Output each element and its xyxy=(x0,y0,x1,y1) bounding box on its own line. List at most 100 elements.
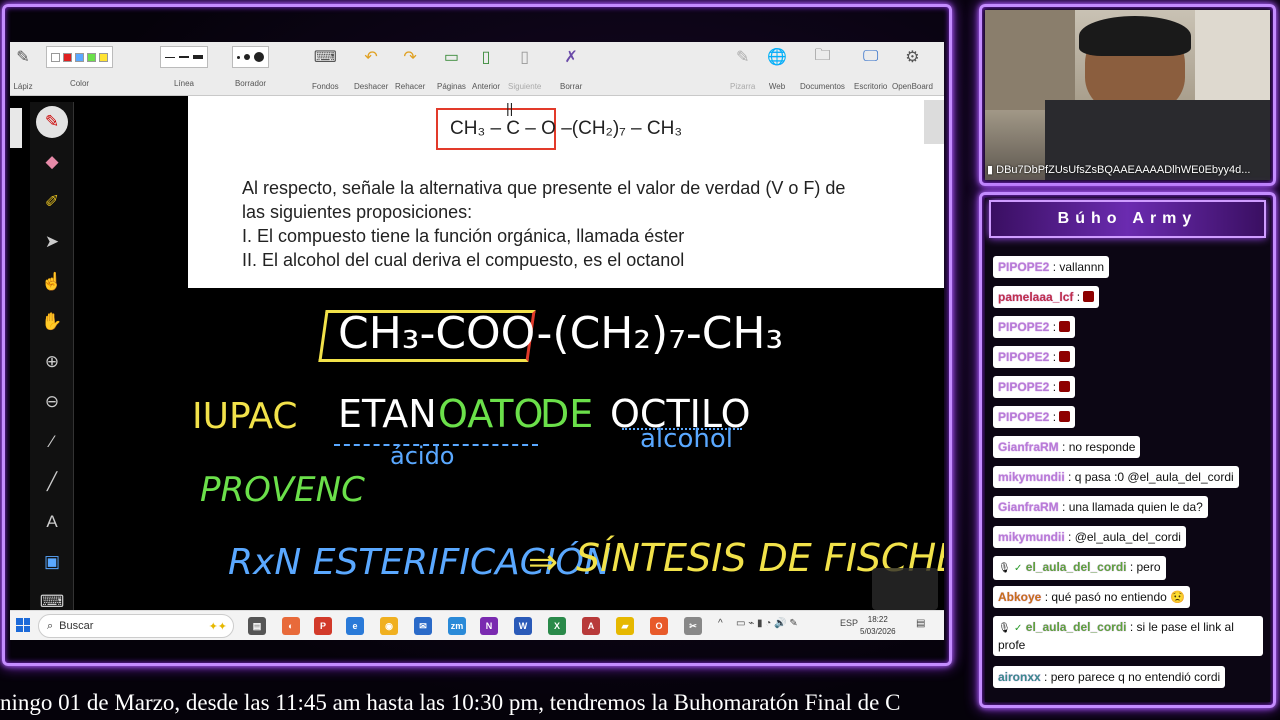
line-thick[interactable] xyxy=(193,55,203,59)
floating-widget[interactable] xyxy=(872,568,938,610)
pages-button[interactable]: ▭ Páginas xyxy=(437,46,466,91)
edge-icon[interactable]: e xyxy=(346,617,364,635)
color-green[interactable] xyxy=(87,52,96,62)
tray-icons[interactable]: ▭ ⌁ ▮ ◔ 🔊 ✎ xyxy=(736,618,798,629)
chat-message: GianfraRM : no responde xyxy=(993,436,1141,458)
webcam-caption: ▮ DBu7DbPfZUsUfsZsBQAAEAAAADlhWE0Ebyy4d.… xyxy=(987,164,1251,176)
documents-button[interactable]: 🗀 Documentos xyxy=(800,46,845,92)
clear-button[interactable]: ✗ Borrar xyxy=(560,46,582,91)
mic-badge-icon: 🎙 xyxy=(998,623,1011,634)
verified-icon: ✓ xyxy=(1014,623,1023,634)
folder-icon: 🗀 xyxy=(814,46,831,64)
iupac-label: IUPAC xyxy=(192,396,298,437)
desktop-button[interactable]: 🖵 Escritorio xyxy=(854,46,887,91)
name-part-etan: ETAN xyxy=(338,392,437,436)
zoom-in-icon[interactable]: ⊕ xyxy=(36,346,68,378)
whiteboard-button[interactable]: ✎ Pizarra xyxy=(730,46,755,91)
color-white[interactable] xyxy=(51,52,60,62)
news-ticker: ningo 01 de Marzo, desde las 11:45 am ha… xyxy=(0,690,901,715)
color-yellow[interactable] xyxy=(99,52,108,62)
eraser-small[interactable] xyxy=(237,55,240,59)
windows-taskbar: ⌕ Buscar ✦✦ ▤ ◐ P e ◉ ✉ zm N W X A ▰ O ✂… xyxy=(10,610,944,640)
clear-icon: ✗ xyxy=(564,49,578,66)
chrome-icon[interactable]: ◉ xyxy=(380,617,398,635)
stream-layout: ✎ Lápiz Color Línea Borrador ⌨ Fondos ↶ … xyxy=(0,0,1280,720)
redo-button[interactable]: ↷ Rehacer xyxy=(395,46,425,91)
chat-message: Abkoye : qué pasó no entiendo 😟 xyxy=(993,586,1191,608)
undo-button[interactable]: ↶ Deshacer xyxy=(354,46,388,91)
file-explorer-icon[interactable]: ▰ xyxy=(616,617,634,635)
emote-icon xyxy=(1059,381,1071,392)
zoom-out-icon[interactable]: ⊖ xyxy=(36,386,68,418)
undo-icon: ↶ xyxy=(364,49,378,66)
signal-icon: ▮ xyxy=(987,164,994,176)
tray-chevron-icon[interactable]: ^ xyxy=(718,618,723,629)
question-line-1: Al respecto, señale la alternativa que p… xyxy=(242,178,846,198)
pencil-tool[interactable]: ✎ Lápiz xyxy=(12,46,34,91)
chat-message: GianfraRM : una llamada quien le da? xyxy=(993,496,1208,518)
onenote-icon[interactable]: N xyxy=(480,617,498,635)
task-view-icon[interactable]: ▤ xyxy=(248,617,266,635)
line-width-picker[interactable]: Línea xyxy=(160,46,208,88)
taskbar-search[interactable]: ⌕ Buscar ✦✦ xyxy=(38,614,234,638)
selector-tool-icon[interactable]: ➤ xyxy=(36,226,68,258)
headphones xyxy=(1079,16,1191,56)
dock-grip[interactable] xyxy=(10,108,22,148)
openboard-app-icon[interactable]: O xyxy=(650,617,668,635)
chat-message: pamelaaa_lcf : xyxy=(993,286,1100,308)
chat-message: aironxx : pero parece q no entendió cord… xyxy=(993,666,1226,688)
copilot-icon[interactable]: ◐ xyxy=(282,617,300,635)
backgrounds-button[interactable]: ⌨ Fondos xyxy=(312,46,339,91)
add-page-icon: ▭ xyxy=(443,49,460,66)
color-picker[interactable]: Color xyxy=(46,46,113,88)
line-medium[interactable] xyxy=(179,56,189,58)
color-blue[interactable] xyxy=(75,52,84,62)
zoom-app-icon[interactable]: zm xyxy=(448,617,466,635)
openboard-screen: ✎ Lápiz Color Línea Borrador ⌨ Fondos ↶ … xyxy=(10,42,944,640)
text-tool-icon[interactable]: A xyxy=(36,506,68,538)
openboard-toolbar: ✎ Lápiz Color Línea Borrador ⌨ Fondos ↶ … xyxy=(10,42,944,96)
eraser-size-picker[interactable]: Borrador xyxy=(232,46,269,88)
chat-title: Búho Army xyxy=(989,200,1266,238)
pen-tool-icon[interactable]: ✎ xyxy=(36,106,68,138)
desktop-icon: 🖵 xyxy=(862,48,879,65)
access-icon[interactable]: A xyxy=(582,617,600,635)
document-scrollbar[interactable] xyxy=(924,100,944,144)
language-indicator[interactable]: ESP xyxy=(840,618,858,628)
laser-pointer-icon[interactable]: ⁄ xyxy=(36,426,68,458)
capture-tool-icon[interactable]: ▣ xyxy=(36,546,68,578)
word-icon[interactable]: W xyxy=(514,617,532,635)
eraser-medium[interactable] xyxy=(244,54,250,60)
chat-message: 🎙 ✓ el_aula_del_cordi : si le pase el li… xyxy=(993,616,1263,656)
ester-formula: CH₃ – C – O –(CH₂)₇ – CH₃ xyxy=(450,118,683,139)
windows-start-icon[interactable] xyxy=(16,618,30,632)
previous-page-button[interactable]: ▯ Anterior xyxy=(472,46,500,91)
color-red[interactable] xyxy=(63,52,72,62)
notification-icon[interactable]: ▤ xyxy=(916,618,925,629)
question-line-2: las siguientes proposiciones: xyxy=(242,202,473,222)
acid-annotation: ácido xyxy=(390,442,455,470)
eraser-tool-icon[interactable]: ◆ xyxy=(36,146,68,178)
line-thin[interactable] xyxy=(165,56,175,58)
line-tool-icon[interactable]: ╱ xyxy=(36,466,68,498)
emote-icon xyxy=(1059,411,1071,422)
hand-tool-icon[interactable]: ✋ xyxy=(36,306,68,338)
openboard-menu-button[interactable]: ⚙ OpenBoard xyxy=(892,46,933,91)
snipping-icon[interactable]: ✂ xyxy=(684,617,702,635)
excel-icon[interactable]: X xyxy=(548,617,566,635)
taskbar-clock[interactable]: 18:22 5/03/2026 xyxy=(860,614,896,638)
emote-icon xyxy=(1059,351,1071,362)
web-button[interactable]: 🌐 Web xyxy=(766,46,788,91)
eraser-large[interactable] xyxy=(254,52,264,62)
whiteboard-icon: ✎ xyxy=(735,49,750,66)
pdf-app-icon[interactable]: P xyxy=(314,617,332,635)
reaction-arrow: ⇒ xyxy=(528,542,559,583)
webcam-feed: ▮ DBu7DbPfZUsUfsZsBQAAEAAAADlhWE0Ebyy4d.… xyxy=(985,10,1270,180)
interact-tool-icon[interactable]: ☝ xyxy=(36,266,68,298)
highlighter-tool-icon[interactable]: ✐ xyxy=(36,186,68,218)
color-swatches[interactable] xyxy=(46,46,113,68)
next-page-button[interactable]: ▯ Siguiente xyxy=(508,46,541,91)
mail-icon[interactable]: ✉ xyxy=(414,617,432,635)
chat-message: PIPOPE2 : vallannn xyxy=(993,256,1110,278)
emote-icon xyxy=(1059,321,1071,332)
